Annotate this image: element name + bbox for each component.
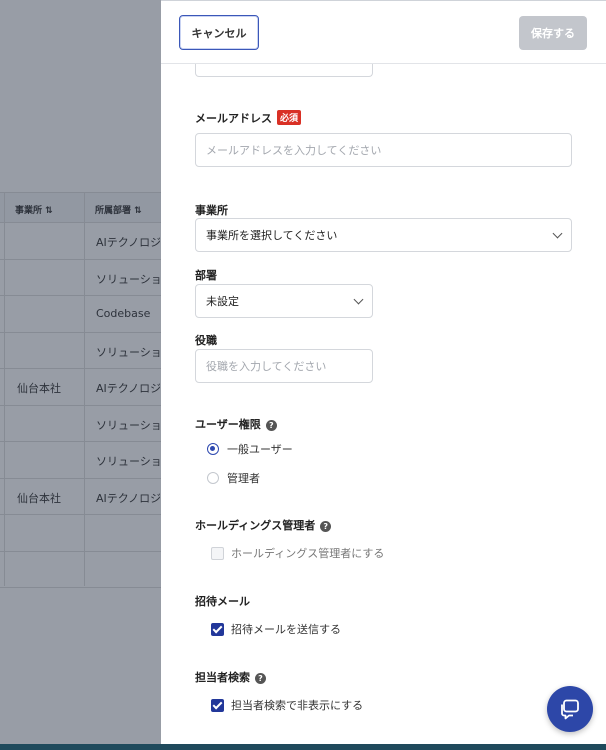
position-label: 役職 xyxy=(195,334,217,347)
help-icon[interactable]: ? xyxy=(320,521,332,532)
chevron-down-icon xyxy=(552,228,563,238)
holdings-admin-label: ホールディングス管理者? xyxy=(195,517,332,533)
chat-bubble-icon xyxy=(561,699,579,720)
help-icon[interactable]: ? xyxy=(255,673,266,684)
radio-general-user[interactable]: 一般ユーザー xyxy=(207,441,293,457)
edit-user-drawer: キャンセル 保存する メールアドレス必須 事業所 事業所を選択してください 部署… xyxy=(161,0,606,744)
help-icon[interactable]: ? xyxy=(265,420,277,431)
chevron-down-icon xyxy=(353,294,364,304)
staff-search-label: 担当者検索? xyxy=(195,669,266,685)
department-label: 部署 xyxy=(195,269,217,282)
holdings-admin-checkbox-row: ホールディングス管理者にする xyxy=(211,545,384,561)
user-role-label: ユーザー権限? xyxy=(195,416,277,432)
checkbox-checked[interactable] xyxy=(211,698,224,712)
holdings-admin-label-text: ホールディングス管理者 xyxy=(195,519,316,532)
checkbox-label: 招待メールを送信する xyxy=(231,623,341,636)
email-label: メールアドレス 必須 xyxy=(195,110,302,126)
radio-label: 一般ユーザー xyxy=(227,443,293,456)
email-label-text: メールアドレス xyxy=(195,112,272,125)
office-select[interactable]: 事業所を選択してください xyxy=(195,218,572,252)
previous-field-bottom[interactable] xyxy=(195,64,373,77)
required-badge: 必須 xyxy=(277,110,302,125)
user-role-label-text: ユーザー権限 xyxy=(195,418,261,431)
invite-mail-label: 招待メール xyxy=(195,595,250,608)
bottom-bar xyxy=(0,744,606,750)
radio-admin[interactable]: 管理者 xyxy=(207,470,260,486)
modal-backdrop[interactable] xyxy=(0,0,161,750)
email-input[interactable] xyxy=(195,133,572,167)
position-input[interactable] xyxy=(195,349,373,383)
drawer-header: キャンセル 保存する xyxy=(161,1,606,64)
checkbox-label: ホールディングス管理者にする xyxy=(231,547,385,560)
radio-label: 管理者 xyxy=(227,472,260,485)
office-label: 事業所 xyxy=(195,204,228,217)
department-select-value: 未設定 xyxy=(206,295,239,308)
radio-button[interactable] xyxy=(207,472,219,484)
save-button[interactable]: 保存する xyxy=(519,16,587,50)
office-select-value: 事業所を選択してください xyxy=(206,229,338,242)
checkbox-disabled xyxy=(211,546,224,560)
invite-mail-checkbox-row[interactable]: 招待メールを送信する xyxy=(211,621,341,637)
staff-search-checkbox-row[interactable]: 担当者検索で非表示にする xyxy=(211,697,363,713)
department-select[interactable]: 未設定 xyxy=(195,284,373,318)
checkbox-label: 担当者検索で非表示にする xyxy=(231,699,364,712)
checkbox-checked[interactable] xyxy=(211,622,224,636)
radio-button-selected[interactable] xyxy=(207,443,219,455)
cancel-button[interactable]: キャンセル xyxy=(179,15,259,50)
chat-button[interactable] xyxy=(547,686,593,732)
staff-search-label-text: 担当者検索 xyxy=(195,671,250,684)
